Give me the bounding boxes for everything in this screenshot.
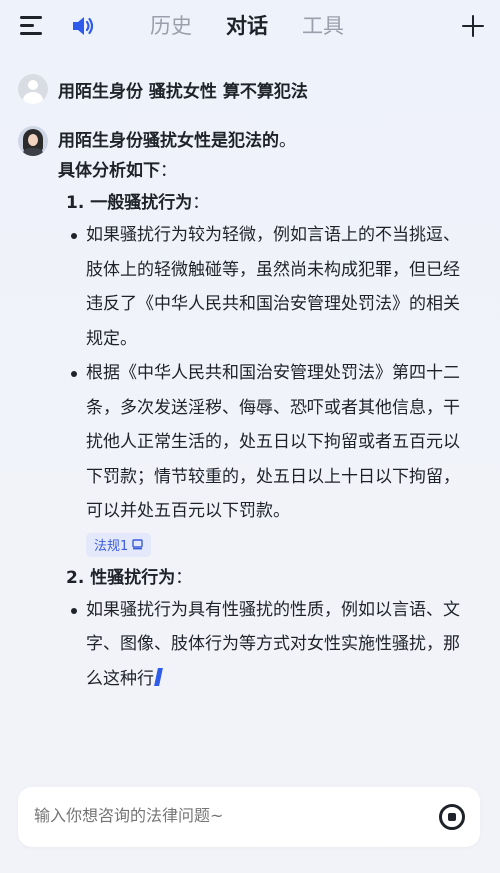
bullet-item: 根据《中华人民共和国治安管理处罚法》第四十二条，多次发送淫秽、侮辱、恐吓或者其他… xyxy=(71,356,470,529)
tab-bar: 历史 对话 工具 xyxy=(150,10,344,42)
law-reference-label: 法规1 xyxy=(94,539,129,554)
user-message: 用陌生身份 骚扰女性 算不算犯法 xyxy=(18,74,308,104)
section-title-2: 2. 性骚扰行为： xyxy=(66,567,193,588)
tab-history[interactable]: 历史 xyxy=(150,10,192,42)
assistant-avatar xyxy=(18,126,48,156)
top-bar: 历史 对话 工具 xyxy=(0,0,500,52)
typing-cursor xyxy=(154,667,163,686)
menu-icon[interactable] xyxy=(20,16,44,36)
stop-generating-button[interactable] xyxy=(439,804,465,830)
speaker-icon[interactable] xyxy=(70,14,96,38)
document-icon xyxy=(132,539,143,550)
bullet-item: 如果骚扰行为较为轻微，例如言语上的不当挑逗、肢体上的轻微触碰等，虽然尚未构成犯罪… xyxy=(71,218,470,356)
chat-input-bar xyxy=(18,787,480,847)
new-chat-plus-icon[interactable] xyxy=(462,15,484,37)
answer-subheading: 具体分析如下： xyxy=(58,161,177,181)
user-avatar xyxy=(18,74,48,104)
section-title-1: 1. 一般骚扰行为： xyxy=(66,193,210,213)
bullet-item: 如果骚扰行为具有性骚扰的性质，例如以言语、文字、图像、肢体行为等方式对女性实施性… xyxy=(71,593,470,697)
tab-chat[interactable]: 对话 xyxy=(226,10,268,42)
question-input[interactable] xyxy=(34,806,414,825)
user-message-text: 用陌生身份 骚扰女性 算不算犯法 xyxy=(58,81,308,102)
assistant-message: 用陌生身份骚扰女性是犯法的。 具体分析如下： 1. 一般骚扰行为： 如果骚扰行为… xyxy=(58,128,478,696)
law-reference-tag[interactable]: 法规1 xyxy=(86,532,152,557)
tab-tools[interactable]: 工具 xyxy=(302,10,344,42)
answer-lead: 用陌生身份骚扰女性是犯法的。 xyxy=(58,131,296,151)
